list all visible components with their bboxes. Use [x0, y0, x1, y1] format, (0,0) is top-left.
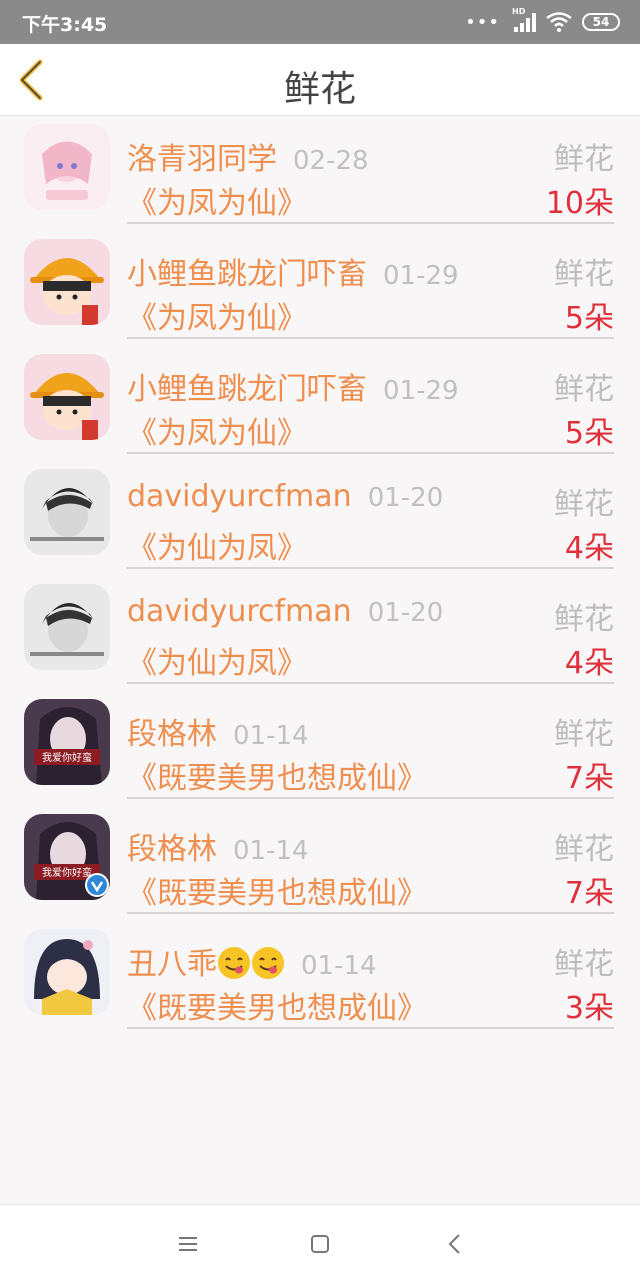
girl-photo-avatar[interactable]: 我爱你好蛮 [24, 699, 110, 785]
book-title: 《既要美男也想成仙》 [127, 991, 427, 1026]
status-time: 下午3:45 [22, 14, 108, 36]
gift-count: 4朵 [564, 646, 614, 681]
avatar-caption: 我爱你好蛮 [42, 866, 92, 879]
row-divider [127, 337, 614, 339]
user-name: 小鲤鱼跳龙门吓畜 01-29 [127, 372, 459, 407]
list-item[interactable]: davidyurcfman 01-20 《为仙为凤》 鲜花 4朵 [0, 461, 640, 576]
gift-date: 02-28 [293, 146, 369, 176]
gift-type-label: 鲜花 [554, 257, 614, 292]
row-divider [127, 682, 614, 684]
gift-type-label: 鲜花 [554, 717, 614, 752]
gift-count: 4朵 [564, 531, 614, 566]
row-divider [127, 222, 614, 224]
battery-icon: 54 [582, 13, 620, 31]
gift-count: 10朵 [545, 186, 614, 221]
list-item[interactable]: 我爱你好蛮 段格林 01-14 《既要美男也想成仙》 鲜花 7朵 [0, 691, 640, 806]
boy-photo-avatar[interactable] [24, 584, 110, 670]
gift-count: 7朵 [564, 876, 614, 911]
user-name: 段格林 01-14 [127, 832, 309, 867]
gift-count: 7朵 [564, 761, 614, 796]
list-item[interactable]: davidyurcfman 01-20 《为仙为凤》 鲜花 4朵 [0, 576, 640, 691]
gift-count: 5朵 [564, 301, 614, 336]
user-name: 丑八乖 01-14 [127, 947, 377, 982]
home-square-icon[interactable] [305, 1229, 335, 1259]
list-item[interactable]: 洛青羽同学 02-28 《为凤为仙》 鲜花 10朵 [0, 116, 640, 231]
gift-type-label: 鲜花 [554, 602, 614, 637]
book-title: 《为凤为仙》 [127, 186, 307, 221]
row-divider [127, 797, 614, 799]
hd-badge: HD [512, 7, 526, 16]
user-name: 洛青羽同学 02-28 [127, 142, 369, 177]
status-icons: ••• HD 54 [465, 7, 620, 34]
book-title: 《为仙为凤》 [127, 646, 307, 681]
more-dots-icon: ••• [465, 11, 500, 33]
gift-date: 01-20 [367, 483, 444, 513]
maruko-cartoon-avatar[interactable] [24, 354, 110, 440]
user-name: davidyurcfman 01-20 [127, 479, 444, 514]
gift-date: 01-14 [233, 721, 309, 751]
yum-emoji-icon [218, 947, 250, 979]
row-divider [127, 1027, 614, 1029]
back-nav-icon[interactable] [440, 1229, 470, 1259]
gift-type-label: 鲜花 [554, 142, 614, 177]
list-item[interactable]: 我爱你好蛮 段格林 01-14 《既要美男也想成仙》 鲜花 7朵 [0, 806, 640, 921]
gift-type-label: 鲜花 [554, 487, 614, 522]
row-divider [127, 912, 614, 914]
gift-count: 5朵 [564, 416, 614, 451]
gift-count: 3朵 [564, 991, 614, 1026]
gift-type-label: 鲜花 [554, 832, 614, 867]
user-name: 小鲤鱼跳龙门吓畜 01-29 [127, 257, 459, 292]
maruko-cartoon-avatar[interactable] [24, 239, 110, 325]
book-title: 《为仙为凤》 [127, 531, 307, 566]
gift-date: 01-14 [301, 951, 377, 981]
status-bar: 下午3:45 ••• HD 54 [0, 0, 640, 44]
yum-emoji-icon [252, 947, 284, 979]
page-title: 鲜花 [283, 69, 356, 110]
user-name: davidyurcfman 01-20 [127, 594, 444, 629]
list-item[interactable]: 小鲤鱼跳龙门吓畜 01-29 《为凤为仙》 鲜花 5朵 [0, 231, 640, 346]
book-title: 《为凤为仙》 [127, 301, 307, 336]
book-title: 《既要美男也想成仙》 [127, 876, 427, 911]
book-title: 《为凤为仙》 [127, 416, 307, 451]
boy-photo-avatar[interactable] [24, 469, 110, 555]
anime-girl-avatar[interactable] [24, 124, 110, 210]
system-nav-bar [0, 1204, 640, 1280]
gift-date: 01-29 [383, 376, 459, 406]
anime-girl-verified-avatar[interactable] [24, 929, 110, 1015]
avatar-caption: 我爱你好蛮 [42, 751, 92, 764]
row-divider [127, 567, 614, 569]
row-divider [127, 452, 614, 454]
list-item[interactable]: 小鲤鱼跳龙门吓畜 01-29 《为凤为仙》 鲜花 5朵 [0, 346, 640, 461]
book-title: 《既要美男也想成仙》 [127, 761, 427, 796]
gift-type-label: 鲜花 [554, 372, 614, 407]
gift-date: 01-14 [233, 836, 309, 866]
gift-date: 01-29 [383, 261, 459, 291]
gift-type-label: 鲜花 [554, 947, 614, 982]
app-header: 鲜花 [0, 44, 640, 116]
signal-icon: HD [510, 7, 536, 32]
verified-badge-icon [85, 873, 109, 897]
wifi-icon [546, 12, 572, 32]
user-name: 段格林 01-14 [127, 717, 309, 752]
menu-icon[interactable] [173, 1229, 203, 1259]
gift-date: 01-20 [367, 598, 444, 628]
list-item[interactable]: 丑八乖 01-14 《既要美男也想成仙》 鲜花 3朵 [0, 921, 640, 1036]
